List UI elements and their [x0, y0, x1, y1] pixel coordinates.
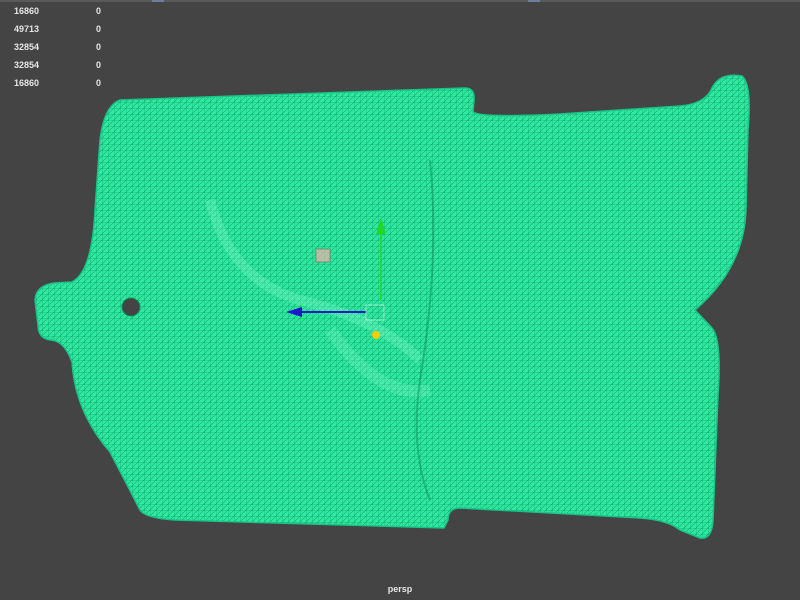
hud-selected: 0 [96, 6, 102, 16]
hud-selected: 0 [96, 24, 102, 34]
hud-value: 16860 [14, 78, 40, 88]
hud-row-edges: 49713 0 [14, 20, 116, 38]
hud-row-uvs: 16860 0 [14, 74, 116, 92]
hud-row-tris: 32854 0 [14, 56, 116, 74]
hud-selected: 0 [96, 42, 102, 52]
mesh-hole [121, 297, 141, 317]
hud-value: 32854 [14, 42, 40, 52]
mesh-object[interactable] [0, 0, 800, 600]
poly-count-hud: 16860 0 49713 0 32854 0 32854 0 16860 0 [14, 2, 116, 92]
hud-value: 32854 [14, 60, 40, 70]
hud-selected: 0 [96, 78, 102, 88]
pivot-icon[interactable] [372, 331, 380, 339]
camera-label: persp [387, 584, 413, 594]
hud-selected: 0 [96, 60, 102, 70]
hud-row-vertices: 16860 0 [14, 2, 116, 20]
scale-box-icon[interactable] [315, 248, 331, 263]
hud-value: 16860 [14, 6, 40, 16]
hud-row-faces: 32854 0 [14, 38, 116, 56]
hud-value: 49713 [14, 24, 40, 34]
maya-viewport[interactable]: 16860 0 49713 0 32854 0 32854 0 16860 0 … [0, 0, 800, 600]
